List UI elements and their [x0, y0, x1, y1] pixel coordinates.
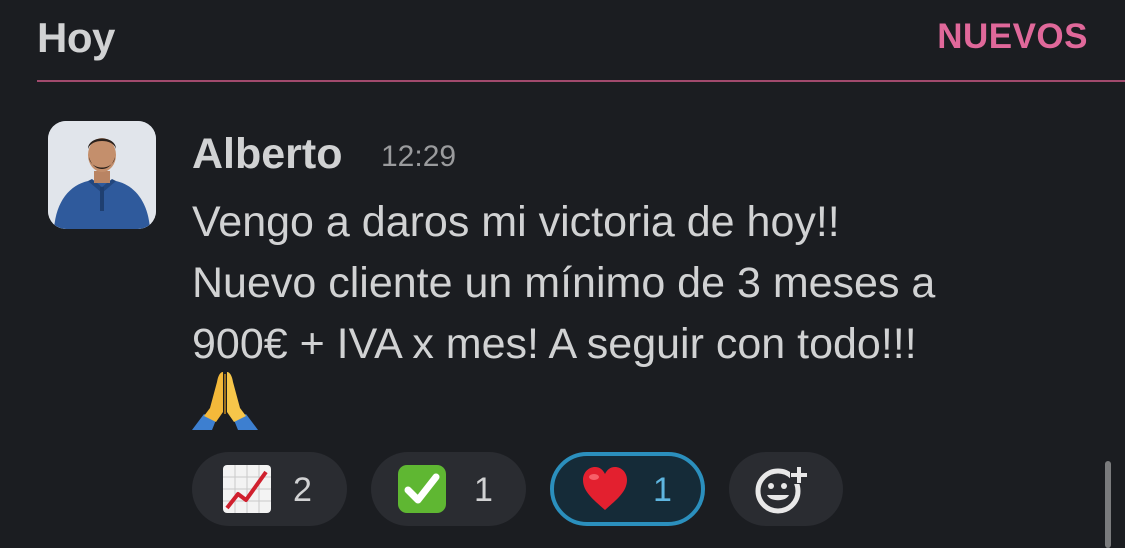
reaction-count: 1: [474, 471, 493, 509]
avatar[interactable]: [48, 121, 156, 229]
scrollbar[interactable]: [1105, 461, 1111, 548]
reaction-count: 1: [653, 471, 672, 509]
folded-hands-icon: [190, 368, 260, 430]
message-line: Nuevo cliente un mínimo de 3 meses a: [192, 259, 936, 307]
reactions-bar: 2 1 1: [0, 452, 1125, 548]
red-heart-icon: [580, 464, 630, 514]
message-author[interactable]: Alberto: [192, 130, 343, 179]
day-header: Hoy NUEVOS: [0, 0, 1125, 80]
new-messages-divider: [37, 80, 1125, 82]
chart-increasing-icon: [222, 464, 272, 514]
reaction-count: 2: [293, 471, 312, 509]
user-photo-icon: [48, 121, 156, 229]
reaction-chart[interactable]: 2: [192, 452, 347, 526]
message-timestamp[interactable]: 12:29: [381, 140, 456, 174]
add-reaction-button[interactable]: [729, 452, 843, 526]
add-reaction-icon: [754, 464, 808, 514]
message-line: 900€ + IVA x mes! A seguir con todo!!!: [192, 320, 917, 368]
message-body: Vengo a daros mi victoria de hoy!! Nuevo…: [192, 192, 1092, 375]
reaction-check[interactable]: 1: [371, 452, 526, 526]
day-label: Hoy: [37, 14, 115, 61]
new-messages-marker: NUEVOS: [937, 17, 1088, 56]
reaction-heart[interactable]: 1: [550, 452, 705, 526]
check-mark-icon: [397, 464, 447, 514]
message-line: Vengo a daros mi victoria de hoy!!: [192, 198, 840, 246]
